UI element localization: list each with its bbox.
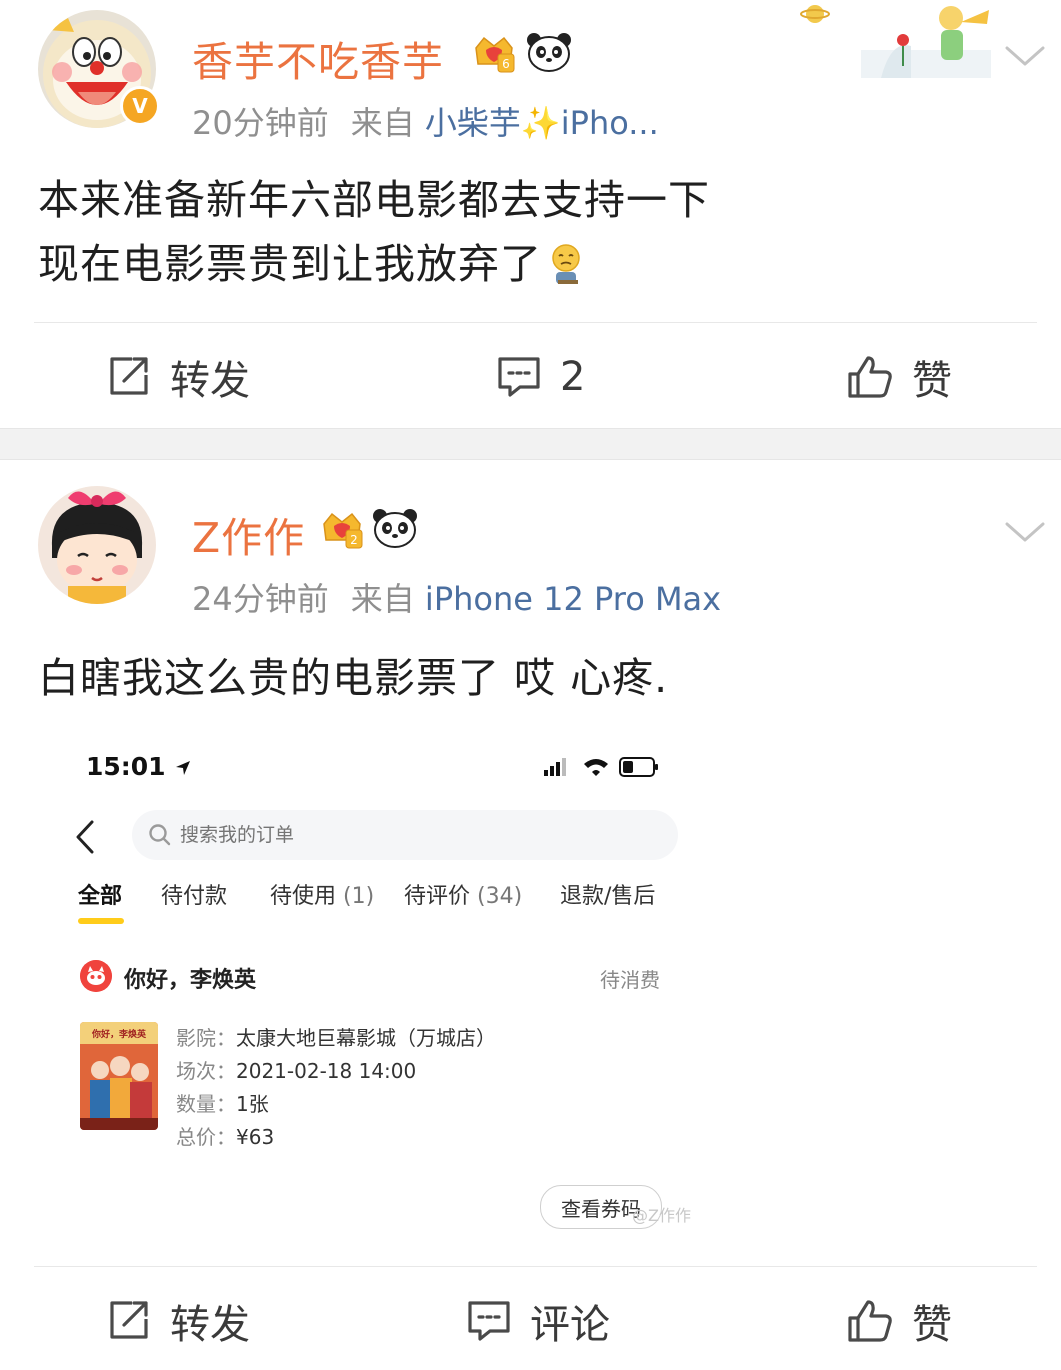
post-source[interactable]: iPhone 12 Pro Max: [425, 580, 721, 618]
chevron-down-icon[interactable]: [1003, 44, 1047, 70]
user-avatar[interactable]: [38, 486, 156, 604]
tab-all[interactable]: 全部: [78, 878, 122, 910]
order-status: 待消费: [600, 968, 660, 992]
detail-label: 场次：: [176, 1059, 236, 1083]
status-time-text: 15:01: [86, 752, 166, 781]
detail-quantity: 数量：1张: [176, 1088, 496, 1121]
content-line: 本来准备新年六部电影都去支持一下: [38, 176, 710, 224]
detail-label: 总价：: [176, 1125, 236, 1149]
order-card[interactable]: 你好，李焕英 待消费 你好，李焕英 影院：太康大地巨幕影城（万城店） 场次：20…: [40, 940, 700, 1240]
back-arrow-icon[interactable]: [74, 820, 96, 854]
action-bar: 转发 评论 赞: [0, 1286, 1061, 1356]
panda-badge-icon[interactable]: [372, 508, 418, 548]
status-time: 15:01: [86, 752, 192, 781]
signal-icon: [544, 770, 548, 776]
divider: [34, 1266, 1037, 1267]
decorative-banner-illustration: [800, 5, 991, 78]
embedded-screenshot[interactable]: 15:01 全部 待付款: [40, 730, 700, 1240]
crown-level: 2: [350, 533, 358, 547]
panda-badge-icon[interactable]: [526, 32, 572, 72]
tab-label: 待使用: [270, 884, 337, 909]
movie-poster: 你好，李焕英: [80, 1022, 158, 1130]
tab-pending-payment[interactable]: 待付款: [161, 878, 227, 910]
post-meta: 20分钟前 来自 小柴芋✨iPho...: [192, 98, 659, 144]
watermark: @Z作作: [632, 1206, 691, 1225]
maoyan-cat-icon: [80, 960, 112, 992]
detail-value: 1张: [236, 1092, 269, 1116]
detail-cinema: 影院：太康大地巨幕影城（万城店）: [176, 1022, 496, 1055]
comment-label: 评论: [530, 1302, 610, 1348]
tab-count: (34): [477, 884, 523, 909]
detail-label: 数量：: [176, 1092, 236, 1116]
comment-count: 2: [560, 354, 586, 400]
chevron-down-icon[interactable]: [1003, 520, 1047, 546]
crown-badge-icon[interactable]: 6: [472, 34, 516, 74]
order-search-bar[interactable]: [132, 810, 678, 860]
comment-icon: [498, 357, 540, 397]
detail-label: 影院：: [176, 1026, 236, 1050]
comment-button[interactable]: 评论: [466, 1286, 610, 1356]
content-line: 白瞎我这么贵的电影票了 哎 心疼.: [38, 654, 669, 702]
like-button[interactable]: 赞: [846, 342, 952, 412]
detail-value: 2021-02-18 14:00: [236, 1059, 417, 1083]
tab-pending-review[interactable]: 待评价 (34): [404, 878, 522, 910]
wifi-icon: [584, 759, 608, 776]
post-time: 24分钟前: [192, 580, 329, 618]
order-title: 你好，李焕英: [124, 968, 257, 993]
status-bar-icons: [544, 757, 658, 777]
user-avatar[interactable]: V: [38, 10, 160, 128]
tab-label: 待付款: [161, 884, 228, 909]
post-content[interactable]: 白瞎我这么贵的电影票了 哎 心疼.: [38, 646, 668, 710]
content-line: 现在电影票贵到让我放弃了: [38, 232, 710, 296]
like-button[interactable]: 赞: [846, 1286, 952, 1356]
like-label: 赞: [912, 358, 952, 404]
verified-badge-icon: V: [120, 86, 160, 126]
crown-level: 6: [502, 57, 510, 71]
tab-refund[interactable]: 退款/售后: [560, 878, 655, 910]
source-prefix: 来自: [350, 580, 415, 618]
tab-label: 退款/售后: [560, 884, 656, 909]
divider: [34, 322, 1037, 323]
username[interactable]: Z作作: [192, 504, 305, 564]
maruko-avatar-icon: [38, 486, 156, 604]
search-icon: [149, 824, 171, 846]
source-prefix: 来自: [350, 104, 415, 142]
repost-icon: [110, 357, 148, 395]
repost-label: 转发: [170, 1302, 250, 1348]
repost-label: 转发: [170, 358, 250, 404]
post-separator: [0, 428, 1061, 460]
detail-showtime: 场次：2021-02-18 14:00: [176, 1055, 496, 1088]
tab-label: 全部: [78, 884, 123, 909]
repost-button[interactable]: 转发: [106, 1286, 250, 1356]
weibo-post-1: V 香芋不吃香芋 6 20分钟前 来自 小柴芋✨iPho... 本来准备新年六部电…: [0, 0, 1061, 428]
post-source[interactable]: 小柴芋✨iPho...: [425, 104, 659, 142]
comment-icon: [468, 1301, 510, 1341]
post-time: 20分钟前: [192, 104, 329, 142]
location-arrow-icon: [176, 761, 191, 775]
action-bar: 转发 2 赞: [0, 342, 1061, 412]
sad-emoji-icon: [552, 244, 580, 284]
tab-pending-use[interactable]: 待使用 (1): [270, 878, 374, 910]
thumbs-up-icon: [848, 1300, 892, 1342]
repost-icon: [110, 1301, 148, 1339]
post-meta: 24分钟前 来自 iPhone 12 Pro Max: [192, 574, 721, 620]
weibo-post-2: Z作作 2 24分钟前 来自 iPhone 12 Pro Max 白瞎我这么贵的电…: [0, 460, 1061, 1370]
order-search-input[interactable]: [180, 810, 640, 860]
like-label: 赞: [912, 1302, 952, 1348]
tab-label: 待评价: [404, 884, 471, 909]
detail-value: 太康大地巨幕影城（万城店）: [236, 1026, 496, 1050]
crown-badge-icon[interactable]: 2: [320, 510, 364, 550]
detail-value: ¥63: [236, 1125, 275, 1149]
post-content[interactable]: 本来准备新年六部电影都去支持一下 现在电影票贵到让我放弃了: [38, 168, 710, 296]
content-line-text: 现在电影票贵到让我放弃了: [38, 240, 542, 288]
tab-count: (1): [343, 884, 375, 909]
detail-total: 总价：¥63: [176, 1121, 496, 1154]
repost-button[interactable]: 转发: [106, 342, 250, 412]
poster-title: 你好，李焕英: [91, 1028, 147, 1040]
comment-button[interactable]: 2: [496, 342, 585, 412]
username[interactable]: 香芋不吃香芋: [192, 28, 444, 88]
thumbs-up-icon: [848, 356, 892, 398]
active-tab-indicator: [78, 918, 124, 924]
order-details: 影院：太康大地巨幕影城（万城店） 场次：2021-02-18 14:00 数量：…: [176, 1022, 496, 1154]
